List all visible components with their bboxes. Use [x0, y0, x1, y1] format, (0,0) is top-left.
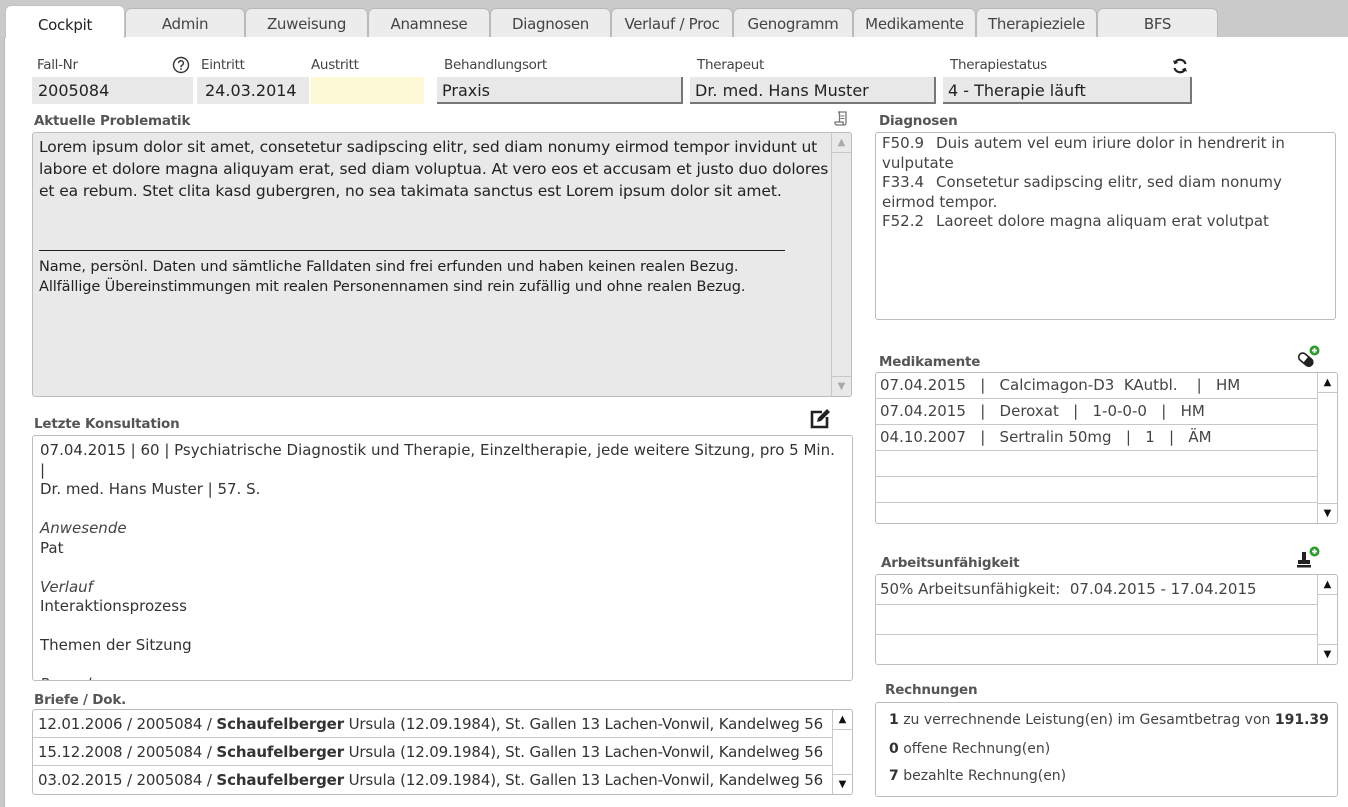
add-pill-icon[interactable] [1295, 345, 1321, 373]
diagnose-item: F52.2 Laoreet dolore magna aliquam erat v… [882, 212, 1269, 230]
problematik-note-2: Allfällige Übereinstimmungen mit realen … [39, 279, 746, 295]
rechnungen-title: Rechnungen [885, 682, 978, 698]
rechnungen-box: 1 zu verrechnende Leistung(en) im Gesamt… [875, 702, 1338, 797]
arbeitsunfaehigkeit-list[interactable]: 50% Arbeitsunfähigkeit: 07.04.2015 - 17.… [875, 574, 1338, 665]
diagnose-item: F33.4 Consetetur sadipscing elitr, sed di… [882, 173, 1282, 211]
anwesende-label: Anwesende [40, 519, 127, 537]
problematik-note-1: Name, persönl. Daten und sämtliche Falld… [39, 259, 739, 275]
themen-label: Themen der Sitzung [40, 636, 192, 654]
scroll-up-arrow[interactable]: ▲ [1318, 575, 1337, 595]
arbeitsunfaehigkeit-title: Arbeitsunfähigkeit [881, 555, 1020, 571]
behandlungsort-dropdown[interactable]: Praxis [437, 77, 683, 104]
scroll-up-arrow[interactable]: ▲ [1318, 373, 1337, 393]
tab-admin[interactable]: Admin [125, 8, 245, 37]
problematik-title: Aktuelle Problematik [34, 113, 191, 129]
tab-genogramm[interactable]: Genogramm [733, 8, 853, 37]
brief-row[interactable]: 15.12.2008 / 2005084 / Schaufelberger Ur… [33, 738, 832, 766]
tab-bfs[interactable]: BFS [1097, 8, 1218, 37]
refresh-icon[interactable] [1171, 57, 1189, 79]
divider-line [39, 250, 785, 251]
verlauf-label: Verlauf [40, 577, 93, 596]
problematik-scrollbar[interactable]: ▲ ▼ [831, 133, 851, 396]
tab-diagnosen[interactable]: Diagnosen [490, 8, 611, 37]
briefe-scrollbar[interactable]: ▲ ▼ [832, 710, 852, 794]
tab-cockpit[interactable]: Cockpit [5, 5, 125, 38]
au-scrollbar[interactable]: ▲ ▼ [1317, 575, 1337, 664]
briefe-list[interactable]: 12.01.2006 / 2005084 / Schaufelberger Ur… [32, 709, 853, 795]
diagnose-item: F50.9 Duis autem vel eum iriure dolor in … [882, 134, 1285, 172]
konsultation-box[interactable]: 07.04.2015 | 60 | Psychiatrische Diagnos… [32, 435, 853, 681]
eintritt-label: Eintritt [201, 57, 245, 73]
brief-row[interactable]: 12.01.2006 / 2005084 / Schaufelberger Ur… [33, 710, 832, 738]
eintritt-field[interactable]: 24.03.2014 [197, 77, 309, 104]
scroll-down-arrow[interactable]: ▼ [832, 376, 851, 396]
verlauf-value: Interaktionsprozess [40, 597, 187, 615]
medikamente-scrollbar[interactable]: ▲ ▼ [1317, 373, 1337, 523]
tab-bar: Cockpit Admin Zuweisung Anamnese Diagnos… [0, 0, 1348, 38]
fall-nr-label: Fall-Nr [37, 57, 78, 73]
medikament-row[interactable]: 07.04.2015 | Deroxat | 1-0-0-0 | HM [876, 399, 1317, 425]
rechnung-line-bezahlt[interactable]: 7 bezahlte Rechnung(en) [889, 768, 1066, 784]
therapeut-dropdown[interactable]: Dr. med. Hans Muster [690, 77, 936, 104]
fall-nr-field: 2005084 [32, 77, 193, 104]
medikament-row[interactable]: 07.04.2015 | Calcimagon-D3 KAutbl. | HM [876, 373, 1317, 399]
therapiestatus-label: Therapiestatus [950, 57, 1047, 73]
anwesende-value: Pat [40, 538, 64, 557]
problematik-textarea[interactable]: Lorem ipsum dolor sit amet, consetetur s… [32, 132, 852, 397]
add-stamp-icon[interactable] [1295, 546, 1321, 574]
austritt-field[interactable] [311, 77, 424, 104]
scroll-down-arrow[interactable]: ▼ [1318, 503, 1337, 523]
therapiestatus-dropdown[interactable]: 4 - Therapie läuft [943, 77, 1192, 104]
diagnosen-title: Diagnosen [879, 113, 958, 129]
konsultation-line-2: Dr. med. Hans Muster | 57. S. [40, 480, 261, 498]
scroll-down-arrow[interactable]: ▼ [833, 774, 852, 794]
medikamente-list[interactable]: 07.04.2015 | Calcimagon-D3 KAutbl. | HM … [875, 372, 1338, 524]
scroll-down-arrow[interactable]: ▼ [1318, 644, 1337, 664]
problematik-text: Lorem ipsum dolor sit amet, consetetur s… [39, 138, 829, 200]
medikament-row[interactable] [876, 451, 1317, 477]
tab-anamnese[interactable]: Anamnese [368, 8, 490, 37]
medikamente-title: Medikamente [879, 354, 981, 370]
tab-zuweisung[interactable]: Zuweisung [245, 8, 368, 37]
tab-medikamente[interactable]: Medikamente [853, 8, 976, 37]
brief-row[interactable]: 03.02.2015 / 2005084 / Schaufelberger Ur… [33, 766, 832, 794]
question-circle-icon[interactable] [172, 56, 190, 78]
tab-therapieziele[interactable]: Therapieziele [976, 8, 1097, 37]
tab-verlauf-proc[interactable]: Verlauf / Proc [611, 8, 733, 37]
briefe-title: Briefe / Dok. [34, 692, 127, 708]
procedere-label: Procedere [40, 675, 842, 680]
konsultation-line-1: 07.04.2015 | 60 | Psychiatrische Diagnos… [40, 441, 835, 479]
medikament-row[interactable] [876, 477, 1317, 503]
cockpit-page: Fall-Nr 2005084 Eintritt 24.03.2014 Aust… [4, 37, 1348, 807]
au-row[interactable] [876, 605, 1317, 635]
edit-icon[interactable] [808, 407, 832, 435]
therapeut-label: Therapeut [697, 57, 764, 73]
au-row[interactable]: 50% Arbeitsunfähigkeit: 07.04.2015 - 17.… [876, 575, 1317, 605]
behandlungsort-label: Behandlungsort [444, 57, 547, 73]
scroll-up-arrow[interactable]: ▲ [833, 710, 852, 730]
konsultation-title: Letzte Konsultation [34, 416, 180, 432]
austritt-label: Austritt [311, 57, 359, 73]
scroll-icon[interactable] [834, 110, 848, 132]
diagnosen-box[interactable]: F50.9 Duis autem vel eum iriure dolor in … [875, 132, 1336, 320]
rechnung-line-zu-verrechnen[interactable]: 1 zu verrechnende Leistung(en) im Gesamt… [889, 712, 1329, 728]
medikament-row[interactable]: 04.10.2007 | Sertralin 50mg | 1 | ÄM [876, 425, 1317, 451]
rechnung-line-offen[interactable]: 0 offene Rechnung(en) [889, 741, 1050, 757]
scroll-up-arrow[interactable]: ▲ [832, 133, 851, 153]
